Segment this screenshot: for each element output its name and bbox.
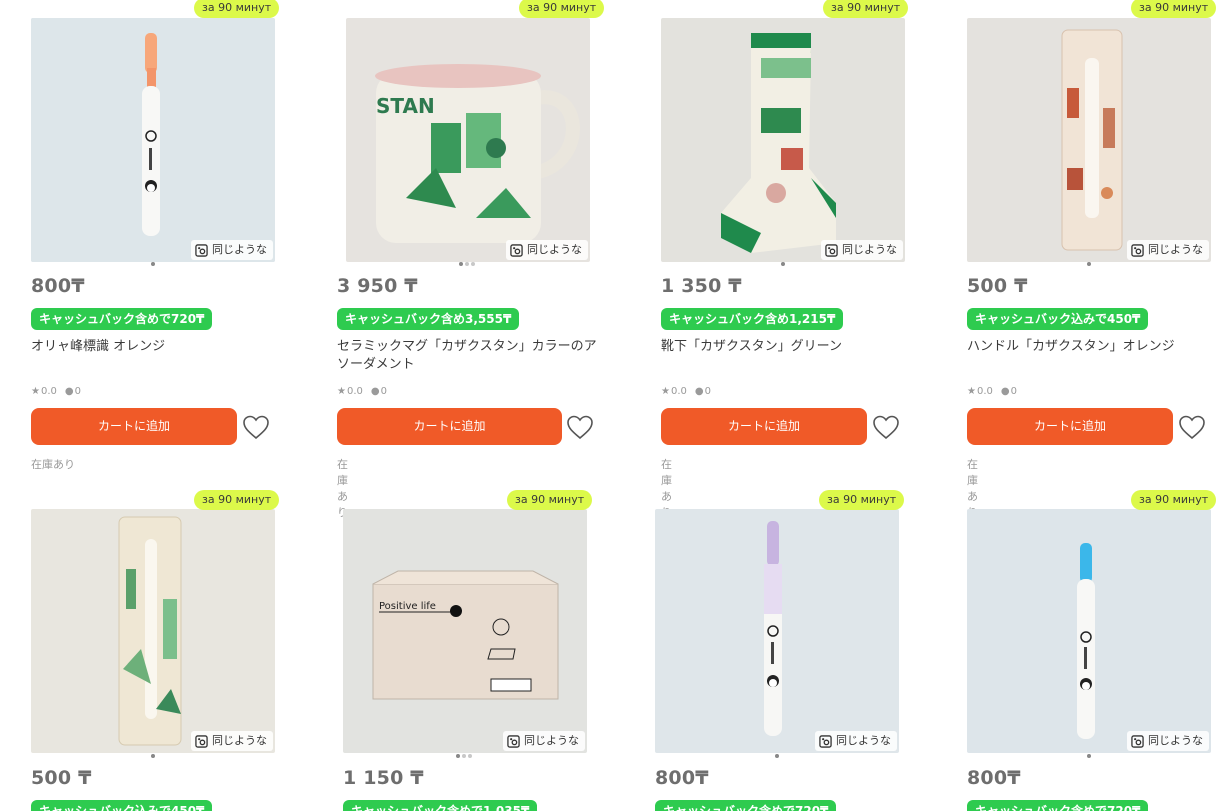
image-search-icon — [510, 243, 523, 257]
price: 3 950 ₸ — [337, 275, 418, 297]
heart-icon[interactable] — [1177, 412, 1207, 442]
image-pager — [1087, 262, 1091, 268]
product-title[interactable]: セラミックマグ「カザクスタン」カラーのアソーダメント — [337, 338, 607, 374]
similar-label: 同じような — [842, 243, 897, 256]
similar-items-button[interactable]: 同じような — [191, 240, 273, 260]
image-pager — [456, 754, 472, 760]
delivery-badge: за 90 минут — [519, 0, 605, 18]
add-to-cart-button[interactable]: カートに追加 — [337, 408, 562, 445]
image-pager — [151, 754, 155, 760]
review-icon: ● — [1000, 386, 1010, 397]
image-pager — [775, 754, 779, 760]
price: 1 350 ₸ — [661, 275, 742, 297]
review-icon: ● — [694, 386, 704, 397]
similar-items-button[interactable]: 同じような — [821, 240, 903, 260]
review-count: 0 — [1010, 386, 1017, 397]
rating-value: 0.0 — [976, 386, 993, 397]
add-to-cart-button[interactable]: カートに追加 — [31, 408, 237, 445]
image-pager — [1087, 754, 1091, 760]
image-search-icon — [1131, 243, 1144, 257]
price: 500 ₸ — [31, 767, 92, 789]
similar-label: 同じような — [524, 734, 579, 747]
cashback-badge: キャッシュバック含め1,215₸ — [661, 308, 844, 330]
product-image[interactable]: STAN 同じような — [346, 18, 590, 262]
rating-row: ★ 0.0 ● 0 — [31, 386, 81, 397]
delivery-badge: за 90 минут — [819, 490, 905, 510]
image-search-icon — [825, 243, 838, 257]
similar-items-button[interactable]: 同じような — [506, 240, 588, 260]
cashback-badge: キャッシュバック含めで720₸ — [655, 800, 837, 811]
star-icon: ★ — [967, 386, 976, 397]
delivery-badge: за 90 минут — [1131, 490, 1217, 510]
product-image[interactable]: 同じような — [661, 18, 905, 262]
delivery-badge: за 90 минут — [823, 0, 909, 18]
price: 800₸ — [655, 767, 709, 789]
similar-items-button[interactable]: 同じような — [503, 731, 585, 751]
review-count: 0 — [380, 386, 387, 397]
review-icon: ● — [370, 386, 380, 397]
similar-items-button[interactable]: 同じような — [815, 731, 897, 751]
similar-label: 同じような — [212, 734, 267, 747]
star-icon: ★ — [661, 386, 670, 397]
similar-label: 同じような — [1148, 734, 1203, 747]
heart-icon[interactable] — [871, 412, 901, 442]
similar-label: 同じような — [1148, 243, 1203, 256]
image-search-icon — [195, 243, 208, 257]
star-icon: ★ — [337, 386, 346, 397]
rating-row: ★ 0.0 ● 0 — [967, 386, 1017, 397]
similar-items-button[interactable]: 同じような — [1127, 731, 1209, 751]
heart-icon[interactable] — [241, 412, 271, 442]
product-image[interactable]: 同じような — [967, 509, 1211, 753]
price: 800₸ — [31, 275, 85, 297]
review-icon: ● — [64, 386, 74, 397]
price: 800₸ — [967, 767, 1021, 789]
price: 1 150 ₸ — [343, 767, 424, 789]
cashback-badge: キャッシュバック込みで450₸ — [967, 308, 1149, 330]
delivery-badge: за 90 минут — [507, 490, 593, 510]
review-count: 0 — [74, 386, 81, 397]
product-image[interactable]: 同じような — [31, 509, 275, 753]
cashback-badge: キャッシュバック含めで1,035₸ — [343, 800, 538, 811]
rating-value: 0.0 — [670, 386, 687, 397]
product-title[interactable]: ハンドル「カザクスタン」オレンジ — [967, 338, 1207, 356]
similar-label: 同じような — [212, 243, 267, 256]
rating-value: 0.0 — [40, 386, 57, 397]
similar-items-button[interactable]: 同じような — [1127, 240, 1209, 260]
delivery-badge: за 90 минут — [1131, 0, 1217, 18]
delivery-badge: за 90 минут — [194, 490, 280, 510]
product-image[interactable]: 同じような — [31, 18, 275, 262]
folder-label: Positive life — [379, 601, 436, 612]
heart-icon[interactable] — [565, 412, 595, 442]
cashback-badge: キャッシュバック含め3,555₸ — [337, 308, 520, 330]
add-to-cart-button[interactable]: カートに追加 — [661, 408, 867, 445]
product-image[interactable]: Positive life 同じような — [343, 509, 587, 753]
rating-row: ★ 0.0 ● 0 — [661, 386, 711, 397]
product-image[interactable]: 同じような — [967, 18, 1211, 262]
delivery-badge: за 90 минут — [194, 0, 280, 18]
cashback-badge: キャッシュバック含めで720₸ — [31, 308, 213, 330]
cashback-badge: キャッシュバック込みで450₸ — [31, 800, 213, 811]
add-to-cart-button[interactable]: カートに追加 — [967, 408, 1173, 445]
image-pager — [151, 262, 155, 268]
similar-label: 同じような — [527, 243, 582, 256]
product-image[interactable]: 同じような — [655, 509, 899, 753]
image-pager — [459, 262, 475, 268]
image-search-icon — [1131, 734, 1144, 748]
rating-row: ★ 0.0 ● 0 — [337, 386, 387, 397]
svg-text:STAN: STAN — [376, 94, 435, 118]
product-title[interactable]: 靴下「カザクスタン」グリーン — [661, 338, 931, 356]
product-title[interactable]: オリャ峰標識 オレンジ — [31, 338, 301, 356]
image-search-icon — [819, 734, 832, 748]
similar-label: 同じような — [836, 734, 891, 747]
image-pager — [781, 262, 785, 268]
rating-value: 0.0 — [346, 386, 363, 397]
star-icon: ★ — [31, 386, 40, 397]
image-search-icon — [507, 734, 520, 748]
image-search-icon — [195, 734, 208, 748]
cashback-badge: キャッシュバック含めで720₸ — [967, 800, 1149, 811]
stock-status: 在庫あり — [31, 458, 75, 471]
similar-items-button[interactable]: 同じような — [191, 731, 273, 751]
price: 500 ₸ — [967, 275, 1028, 297]
review-count: 0 — [704, 386, 711, 397]
